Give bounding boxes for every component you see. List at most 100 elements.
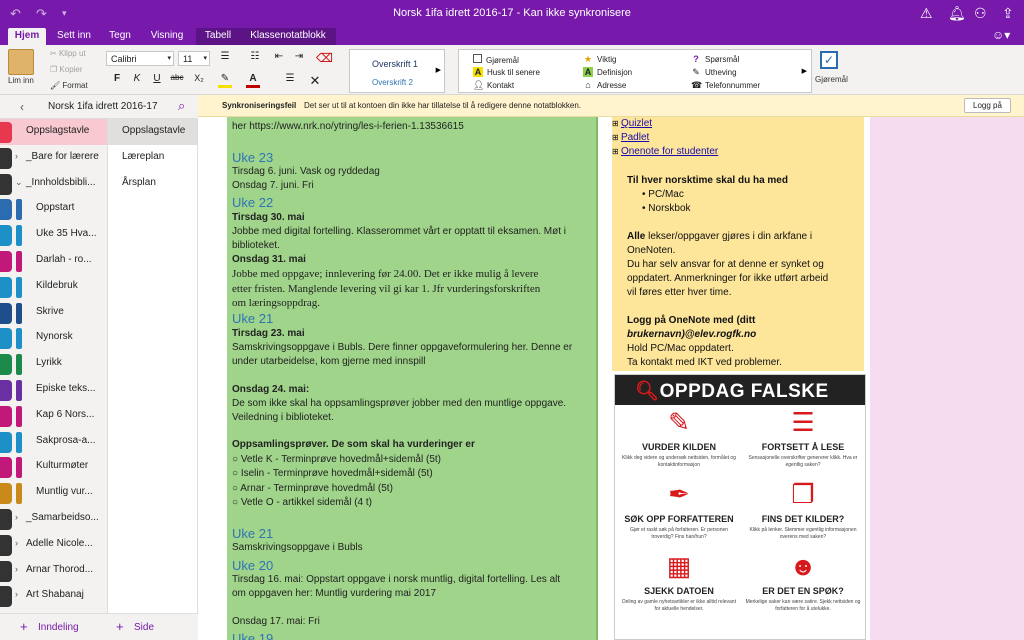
section-label: Oppslagstavle (26, 125, 90, 136)
yellow-info-panel[interactable]: ⊞ Quizlet ⊞ Padlet ⊞ Onenote for student… (612, 117, 864, 371)
poster-item-title: VURDER KILDEN (641, 442, 716, 452)
chevron-down-icon[interactable]: ⌄ (15, 177, 23, 188)
back-arrow-icon[interactable]: ‹ (20, 100, 24, 114)
copy-button[interactable]: ❐ Kopier (50, 65, 83, 74)
gallery-more-icon[interactable]: ▶ (802, 67, 807, 75)
sidebar-section-item[interactable]: › _Bare for lærere (0, 145, 107, 171)
page-item-arsplan[interactable]: Årsplan (108, 171, 197, 197)
styles-gallery[interactable]: Overskrift 1 Overskrift 2 ▶ (349, 49, 445, 93)
pink-panel (870, 117, 1024, 640)
paste-icon[interactable] (8, 49, 34, 75)
subscript-button[interactable]: X₂ (192, 73, 206, 88)
tab-tegn[interactable]: Tegn (102, 28, 138, 45)
strikethrough-button[interactable]: abc (170, 73, 184, 88)
delete-icon[interactable]: ✕ (308, 73, 322, 88)
add-page-button[interactable]: Side (134, 622, 154, 633)
indent-icon[interactable]: ⇥ (292, 51, 306, 66)
info-bold: Alle (627, 231, 646, 242)
sidebar-section-item[interactable]: Muntlig vur... (0, 480, 107, 506)
size-value: 11 (183, 54, 193, 64)
bullets-icon[interactable]: ☰ (214, 51, 236, 66)
tag-todo[interactable]: Gjøremål (473, 54, 519, 65)
note-line: Onsdag 31. mai (232, 254, 306, 265)
section-color-bar (16, 457, 22, 479)
link-onenote[interactable]: ⊞ Onenote for studenter (612, 146, 718, 157)
tab-klassenotatblokk[interactable]: Klassenotatblokk (240, 28, 336, 45)
warning-icon[interactable]: ⚠ (920, 5, 933, 22)
highlight-icon[interactable]: ✎ (218, 73, 232, 88)
tab-tabell[interactable]: Tabell (196, 28, 240, 45)
section-color-bar (16, 405, 22, 427)
share-icon[interactable]: ⇪ (1002, 5, 1014, 22)
bold-button[interactable]: F (110, 73, 124, 88)
page-canvas[interactable]: her https://www.nrk.no/ytring/les-i-feri… (198, 117, 1024, 640)
tab-sett-inn[interactable]: Sett inn (50, 28, 98, 45)
todo-checkbox-icon[interactable]: ✓ (820, 51, 838, 69)
tab-visning[interactable]: Visning (144, 28, 190, 45)
style-heading2[interactable]: Overskrift 2 (372, 78, 413, 87)
tag-important[interactable]: ★ Viktig (583, 54, 616, 65)
sidebar-section-item[interactable]: ⌄ _Innholdsbibli... (0, 171, 107, 197)
align-icon[interactable]: ☰ (280, 73, 300, 88)
chevron-right-icon[interactable]: › (15, 589, 18, 599)
sidebar-section-item[interactable]: Nynorsk (0, 325, 107, 351)
outdent-icon[interactable]: ⇤ (272, 51, 286, 66)
font-select[interactable]: Calibri ▾ (106, 51, 174, 66)
tag-definition[interactable]: A Definisjon (583, 67, 632, 77)
sidebar-section-item[interactable]: Kap 6 Nors... (0, 403, 107, 429)
clear-format-icon[interactable]: ⌫ (316, 51, 333, 66)
tags-gallery[interactable]: Gjøremål A Husk til senere 👤︎ Kontakt ★ Vik… (458, 49, 812, 93)
smiley-icon[interactable]: ☺▾ (992, 28, 1010, 42)
chevron-right-icon[interactable]: › (15, 512, 18, 522)
add-user-icon[interactable]: ⚇ (974, 5, 987, 22)
chevron-right-icon[interactable]: › (15, 538, 18, 548)
italic-button[interactable]: K (130, 73, 144, 88)
chevron-right-icon[interactable]: › (15, 564, 18, 574)
bell-icon[interactable]: 🔔︎ (948, 5, 966, 22)
sidebar-section-item[interactable]: Uke 35 Hva... (0, 222, 107, 248)
sidebar-section-item[interactable]: Kulturmøter (0, 454, 107, 480)
tag-question[interactable]: ? Spørsmål (691, 54, 739, 64)
chevron-right-icon[interactable]: › (15, 151, 18, 161)
sidebar-section-item[interactable]: Oppstart (0, 196, 107, 222)
sidebar-section-item[interactable]: › Arnar Thorod... (0, 558, 107, 584)
notebook-name[interactable]: Norsk 1ifa idrett 2016-17 (48, 101, 158, 112)
tag-address[interactable]: ⌂ Adresse (583, 80, 626, 90)
size-select[interactable]: 11 ▾ (178, 51, 210, 66)
gallery-more-icon[interactable]: ▶ (436, 66, 441, 74)
sidebar-section-item[interactable]: Kildebruk (0, 274, 107, 300)
tag-emphasis[interactable]: ✎ Utheving (691, 67, 736, 78)
tag-remember[interactable]: A Husk til senere (473, 67, 540, 77)
section-tab-edge (0, 302, 12, 324)
sidebar-section-item[interactable]: Oppslagstavle (0, 119, 107, 145)
phone-icon: ☎ (691, 80, 703, 90)
tag-contact[interactable]: 👤︎ Kontakt (473, 80, 514, 91)
add-section-button[interactable]: Inndeling (38, 622, 79, 633)
sidebar-section-item[interactable]: Episke teks... (0, 377, 107, 403)
style-heading1[interactable]: Overskrift 1 (372, 59, 418, 69)
page-item-oppslagstavle[interactable]: Oppslagstavle (108, 119, 197, 145)
sidebar-section-item[interactable]: › _Samarbeidso... (0, 506, 107, 532)
format-painter-button[interactable]: 🖌︎ Format (50, 81, 88, 90)
green-notes-panel[interactable]: her https://www.nrk.no/ytring/les-i-feri… (227, 117, 598, 640)
sidebar-section-item[interactable]: Skrive (0, 300, 107, 326)
page-item-laereplan[interactable]: Læreplan (108, 145, 197, 171)
underline-button[interactable]: U (150, 73, 164, 88)
sidebar-section-item[interactable]: Lyrikk (0, 351, 107, 377)
todo-tag-button[interactable]: Gjøremål (815, 75, 848, 84)
search-icon[interactable]: ⌕ (178, 98, 185, 114)
font-color-icon[interactable]: A (246, 73, 260, 88)
paste-button[interactable]: Lim inn (8, 76, 34, 85)
sidebar-section-item[interactable]: › Adelle Nicole... (0, 532, 107, 558)
sidebar-section-item[interactable]: Sakprosa-a... (0, 429, 107, 455)
tag-phone[interactable]: ☎ Telefonnummer (691, 80, 760, 91)
sidebar-section-item[interactable]: › Art Shabanaj (0, 583, 107, 609)
section-label: Arnar Thorod... (26, 563, 94, 575)
link-padlet[interactable]: ⊞ Padlet (612, 132, 649, 143)
sidebar-section-item[interactable]: Darlah - ro... (0, 248, 107, 274)
link-quizlet[interactable]: ⊞ Quizlet (612, 118, 652, 129)
cut-button[interactable]: ✂ Klipp ut (50, 49, 86, 58)
numbering-icon[interactable]: ☷ (244, 51, 266, 66)
tab-hjem[interactable]: Hjem (8, 28, 46, 45)
login-button[interactable]: Logg på (964, 98, 1011, 113)
